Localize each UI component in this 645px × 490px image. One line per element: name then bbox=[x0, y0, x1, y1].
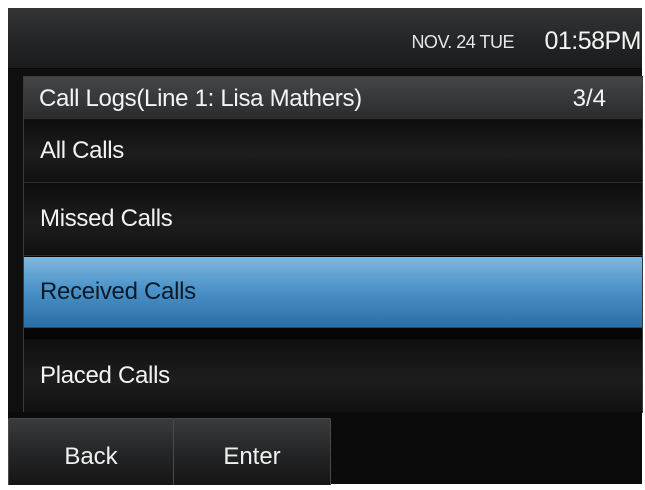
menu-item-all-calls[interactable]: All Calls bbox=[24, 120, 642, 183]
phone-screen: NOV. 24 TUE 01:58PM Call Logs(Line 1: Li… bbox=[0, 0, 645, 490]
softkey-bar: Back Enter bbox=[8, 412, 642, 485]
menu-title-bar: Call Logs(Line 1: Lisa Mathers) 3/4 bbox=[24, 77, 642, 120]
enter-softkey-label: Enter bbox=[223, 443, 281, 470]
display-panel: NOV. 24 TUE 01:58PM Call Logs(Line 1: Li… bbox=[8, 8, 643, 485]
page-indicator: 3/4 bbox=[572, 85, 606, 112]
menu-item-missed-calls[interactable]: Missed Calls bbox=[24, 183, 642, 256]
status-time: 01:58PM bbox=[544, 27, 641, 55]
menu-item-label: Received Calls bbox=[40, 278, 196, 305]
back-softkey-label: Back bbox=[64, 443, 118, 470]
menu-item-label: Placed Calls bbox=[40, 362, 170, 389]
call-logs-menu: Call Logs(Line 1: Lisa Mathers) 3/4 All … bbox=[23, 76, 643, 414]
status-bar: NOV. 24 TUE 01:58PM bbox=[8, 8, 642, 69]
menu-title: Call Logs(Line 1: Lisa Mathers) bbox=[39, 85, 362, 112]
menu-item-placed-calls[interactable]: Placed Calls bbox=[24, 339, 642, 414]
back-softkey[interactable]: Back bbox=[8, 418, 174, 485]
menu-item-label: All Calls bbox=[40, 137, 124, 164]
status-date: NOV. 24 TUE bbox=[411, 32, 514, 52]
enter-softkey[interactable]: Enter bbox=[173, 418, 331, 485]
menu-item-label: Missed Calls bbox=[40, 205, 173, 232]
menu-item-received-calls[interactable]: Received Calls bbox=[24, 257, 642, 328]
